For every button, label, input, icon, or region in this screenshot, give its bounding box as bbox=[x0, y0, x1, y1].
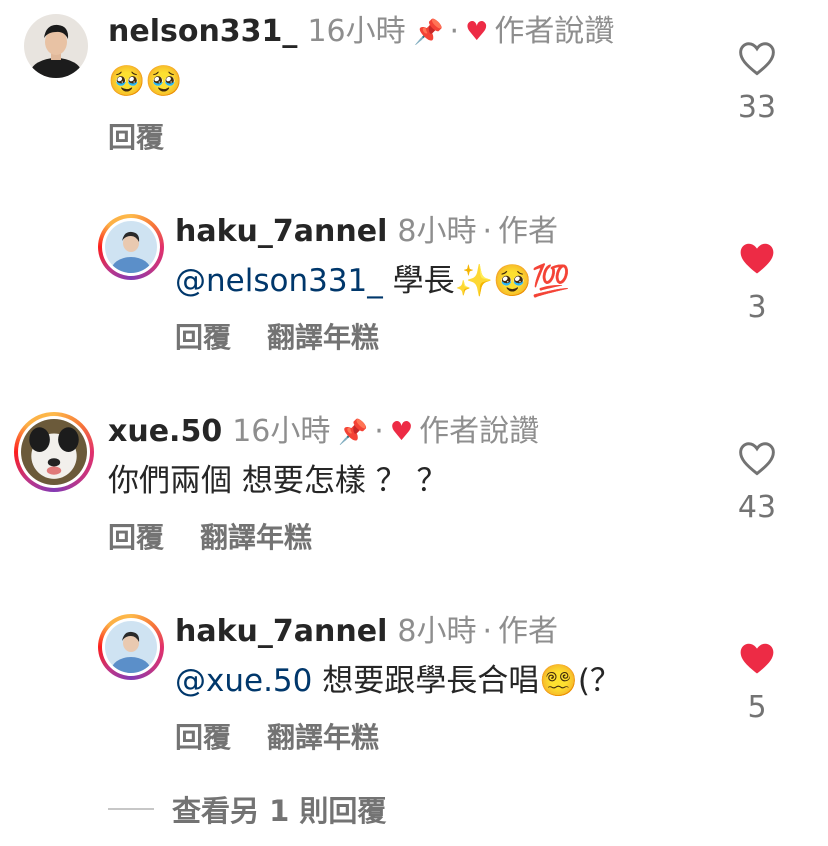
avatar-haku[interactable] bbox=[98, 214, 164, 280]
avatar-photo bbox=[105, 221, 157, 273]
like-control: 3 bbox=[720, 240, 794, 326]
reply-button[interactable]: 回覆 bbox=[108, 520, 164, 556]
heart-outline-icon[interactable] bbox=[737, 40, 777, 76]
username[interactable]: xue.50 bbox=[108, 412, 222, 452]
timestamp: 8小時 bbox=[397, 614, 477, 649]
translate-button[interactable]: 翻譯年糕 bbox=[267, 720, 379, 756]
like-count: 3 bbox=[747, 290, 767, 325]
avatar-photo bbox=[24, 14, 88, 78]
author-label: 作者 bbox=[498, 214, 559, 249]
divider-line bbox=[108, 808, 154, 810]
avatar-xue50[interactable] bbox=[14, 412, 94, 492]
separator-dot: · bbox=[482, 214, 493, 249]
translate-button[interactable]: 翻譯年糕 bbox=[267, 320, 379, 356]
username[interactable]: haku_7annel bbox=[175, 612, 387, 652]
author-label: 作者 bbox=[498, 614, 559, 649]
mention-link[interactable]: @xue.50 bbox=[175, 663, 312, 699]
username[interactable]: nelson331_ bbox=[108, 12, 297, 52]
timestamp: 16小時 bbox=[307, 14, 406, 49]
avatar-haku[interactable] bbox=[98, 614, 164, 680]
timestamp: 16小時 bbox=[232, 414, 331, 449]
avatar-photo bbox=[21, 419, 87, 485]
comment-text: @nelson331_ 學長✨🥹💯 bbox=[175, 263, 571, 299]
heart-filled-icon[interactable] bbox=[737, 640, 777, 676]
comment-actions: 回覆 翻譯年糕 bbox=[108, 520, 312, 556]
pin-icon: 📌 bbox=[338, 418, 369, 446]
like-count: 33 bbox=[737, 90, 777, 125]
view-more-replies-button[interactable]: 查看另 1 則回覆 bbox=[108, 788, 386, 830]
heart-outline-icon[interactable] bbox=[737, 440, 777, 476]
liked-by-author-label: 作者說讚 bbox=[494, 14, 615, 49]
heart-icon: ♥ bbox=[465, 17, 489, 47]
separator-dot: · bbox=[374, 414, 384, 449]
reply-button[interactable]: 回覆 bbox=[108, 120, 164, 156]
username[interactable]: haku_7annel bbox=[175, 212, 387, 252]
view-more-label: 查看另 1 則回覆 bbox=[172, 794, 387, 828]
separator-dot: · bbox=[449, 14, 460, 49]
like-control: 5 bbox=[720, 640, 794, 726]
comment-header: nelson331_ 16小時 📌 · ♥ 作者說讚 bbox=[108, 12, 614, 52]
avatar-photo bbox=[105, 621, 157, 673]
reply-button[interactable]: 回覆 bbox=[175, 720, 231, 756]
heart-filled-icon[interactable] bbox=[737, 240, 777, 276]
heart-icon: ♥ bbox=[389, 417, 414, 447]
avatar-nelson331[interactable] bbox=[24, 14, 88, 78]
like-count: 5 bbox=[747, 690, 767, 725]
like-count: 43 bbox=[737, 490, 777, 525]
translate-button[interactable]: 翻譯年糕 bbox=[200, 520, 312, 556]
reply-button[interactable]: 回覆 bbox=[175, 320, 231, 356]
comment-text: 🥹🥹 bbox=[108, 64, 183, 99]
comment-header: haku_7annel 8小時 · 作者 bbox=[175, 612, 558, 652]
like-control: 33 bbox=[720, 40, 794, 126]
liked-by-author-label: 作者說讚 bbox=[419, 414, 540, 449]
like-control: 43 bbox=[720, 440, 794, 526]
comment-actions: 回覆 翻譯年糕 bbox=[175, 320, 379, 356]
mention-link[interactable]: @nelson331_ bbox=[175, 263, 383, 299]
comment-actions: 回覆 翻譯年糕 bbox=[175, 720, 379, 756]
comment-header: haku_7annel 8小時 · 作者 bbox=[175, 212, 558, 252]
timestamp: 8小時 bbox=[397, 214, 477, 249]
pin-icon: 📌 bbox=[413, 18, 444, 46]
comment-text: 你們兩個 想要怎樣 ？ ？ bbox=[108, 463, 448, 499]
comment-text: @xue.50 想要跟學長合唱😵‍💫(？ bbox=[175, 663, 621, 699]
separator-dot: · bbox=[482, 614, 493, 649]
comment-actions: 回覆 bbox=[108, 120, 164, 156]
comment-header: xue.50 16小時 📌 · ♥ 作者說讚 bbox=[108, 412, 539, 452]
